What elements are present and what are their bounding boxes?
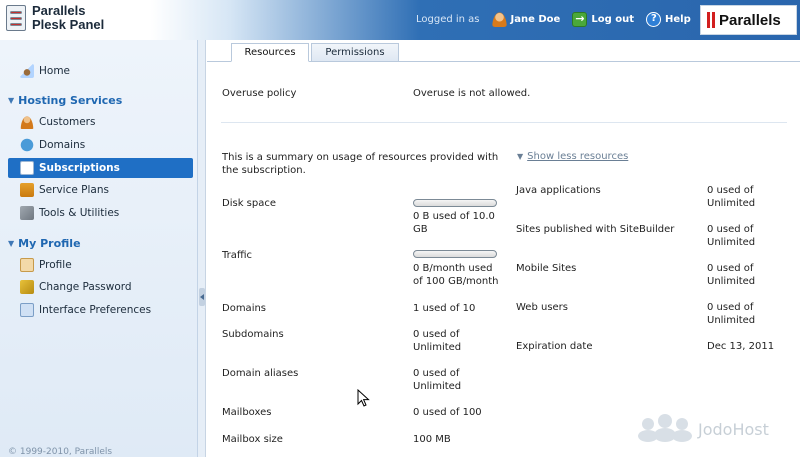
sidebar-item-label: Profile bbox=[39, 259, 72, 271]
section-hosting-services[interactable]: ▼ Hosting Services bbox=[8, 94, 122, 107]
app-title-line2: Plesk Panel bbox=[32, 17, 105, 32]
resource-value: 1 used of 10 bbox=[413, 303, 476, 314]
resource-label: Expiration date bbox=[516, 341, 593, 352]
brand-mark-icon bbox=[712, 12, 715, 28]
resource-value: 0 B used of 10.0 GB bbox=[413, 211, 495, 235]
sidebar-item-label: Subscriptions bbox=[39, 162, 120, 174]
overuse-policy-label: Overuse policy bbox=[222, 88, 297, 99]
parallels-brand-logo[interactable]: Parallels bbox=[700, 5, 797, 35]
resource-value: 0 used of Unlimited bbox=[413, 368, 462, 392]
help-label: Help bbox=[665, 14, 691, 25]
section-label: Hosting Services bbox=[18, 94, 123, 107]
tab-resources[interactable]: Resources bbox=[231, 43, 309, 62]
traffic-usage-bar bbox=[413, 250, 497, 258]
subscriptions-icon bbox=[20, 161, 34, 175]
overuse-policy-value: Overuse is not allowed. bbox=[413, 88, 531, 99]
service-plans-icon bbox=[20, 183, 34, 197]
resource-value: 0 B/month used of 100 GB/month bbox=[413, 263, 499, 287]
show-less-resources-link[interactable]: ▼ Show less resources bbox=[517, 151, 628, 162]
top-header: Parallels Plesk Panel Logged in as Jane … bbox=[0, 0, 800, 40]
logged-in-as-label: Logged in as bbox=[416, 14, 480, 25]
sidebar-item-label: Interface Preferences bbox=[39, 304, 152, 316]
resource-value: 0 used of 100 bbox=[413, 407, 482, 418]
watermark-text: JodoHost bbox=[698, 419, 769, 439]
user-link[interactable]: Jane Doe bbox=[491, 12, 561, 27]
copyright-text: © 1999-2010, Parallels bbox=[8, 447, 113, 457]
sidebar-item-interface-preferences[interactable]: Interface Preferences bbox=[8, 300, 193, 320]
sidebar-item-label: Domains bbox=[39, 139, 86, 151]
customers-icon bbox=[20, 115, 34, 129]
profile-icon bbox=[20, 258, 34, 272]
resource-label: Mailboxes bbox=[222, 407, 272, 418]
resource-label: Mailbox size bbox=[222, 434, 283, 445]
main-content: Resources Permissions Overuse policy Ove… bbox=[207, 40, 800, 457]
resource-value: 0 used of Unlimited bbox=[707, 302, 756, 326]
logout-icon bbox=[572, 12, 588, 27]
watermark: JodoHost bbox=[638, 414, 769, 444]
sidebar-item-home[interactable]: Home bbox=[8, 61, 193, 81]
divider bbox=[221, 122, 787, 123]
sidebar-item-label: Tools & Utilities bbox=[39, 207, 120, 219]
user-bar: Logged in as Jane Doe Log out Help bbox=[416, 12, 703, 27]
sidebar-item-change-password[interactable]: Change Password bbox=[8, 277, 193, 297]
summary-text: This is a summary on usage of resources … bbox=[222, 152, 499, 176]
sidebar-item-label: Home bbox=[39, 65, 71, 77]
app-logo[interactable]: Parallels Plesk Panel bbox=[6, 4, 104, 32]
resource-value: Dec 13, 2011 bbox=[707, 341, 775, 352]
resource-value: 0 used of Unlimited bbox=[707, 185, 756, 209]
resource-value: 0 used of Unlimited bbox=[413, 329, 462, 353]
resource-label: Mobile Sites bbox=[516, 263, 577, 274]
chevron-down-icon: ▼ bbox=[8, 96, 15, 105]
resource-label: Domain aliases bbox=[222, 368, 299, 379]
resource-label: Traffic bbox=[222, 250, 253, 261]
tools-icon bbox=[20, 206, 34, 220]
resource-value: 0 used of Unlimited bbox=[707, 224, 756, 248]
tab-permissions[interactable]: Permissions bbox=[311, 43, 399, 62]
key-icon bbox=[20, 280, 34, 294]
resource-value: 100 MB bbox=[413, 434, 451, 445]
help-icon bbox=[646, 12, 661, 27]
sidebar-item-customers[interactable]: Customers bbox=[8, 112, 193, 132]
plesk-logo-icon bbox=[6, 5, 26, 31]
people-icon bbox=[638, 414, 692, 444]
chevron-down-icon: ▼ bbox=[517, 152, 524, 161]
logout-link[interactable]: Log out bbox=[572, 12, 634, 27]
sidebar-splitter[interactable] bbox=[198, 40, 206, 457]
disk-space-usage-bar bbox=[413, 199, 497, 207]
sidebar-item-service-plans[interactable]: Service Plans bbox=[8, 180, 193, 200]
resource-value: 0 used of Unlimited bbox=[707, 263, 756, 287]
brand-mark-icon bbox=[707, 12, 710, 28]
resource-label: Sites published with SiteBuilder bbox=[516, 224, 675, 235]
app-title: Parallels Plesk Panel bbox=[32, 4, 104, 32]
help-link[interactable]: Help bbox=[646, 12, 691, 27]
show-less-label: Show less resources bbox=[527, 151, 629, 162]
sidebar-item-label: Customers bbox=[39, 116, 96, 128]
app-title-line1: Parallels bbox=[32, 3, 86, 18]
home-icon bbox=[20, 64, 34, 78]
user-name: Jane Doe bbox=[510, 14, 561, 25]
sidebar: Home ▼ Hosting Services Customers Domain… bbox=[0, 40, 198, 457]
preferences-icon bbox=[20, 303, 34, 317]
sidebar-item-label: Service Plans bbox=[39, 184, 109, 196]
sidebar-item-tools[interactable]: Tools & Utilities bbox=[8, 203, 193, 223]
resource-label: Domains bbox=[222, 303, 267, 314]
resource-label: Java applications bbox=[516, 185, 601, 196]
resource-label: Subdomains bbox=[222, 329, 284, 340]
tab-bar: Resources Permissions bbox=[207, 40, 800, 62]
domains-icon bbox=[20, 138, 34, 152]
section-my-profile[interactable]: ▼ My Profile bbox=[8, 237, 81, 250]
chevron-down-icon: ▼ bbox=[8, 239, 15, 248]
resource-label: Disk space bbox=[222, 198, 276, 209]
section-label: My Profile bbox=[18, 237, 81, 250]
brand-text: Parallels bbox=[719, 11, 781, 29]
sidebar-item-domains[interactable]: Domains bbox=[8, 135, 193, 155]
user-icon bbox=[491, 12, 507, 27]
logout-label: Log out bbox=[591, 14, 634, 25]
sidebar-item-subscriptions[interactable]: Subscriptions bbox=[8, 158, 193, 178]
sidebar-item-profile[interactable]: Profile bbox=[8, 255, 193, 275]
sidebar-item-label: Change Password bbox=[39, 281, 132, 293]
collapse-sidebar-icon[interactable] bbox=[199, 288, 205, 306]
resource-label: Web users bbox=[516, 302, 569, 313]
